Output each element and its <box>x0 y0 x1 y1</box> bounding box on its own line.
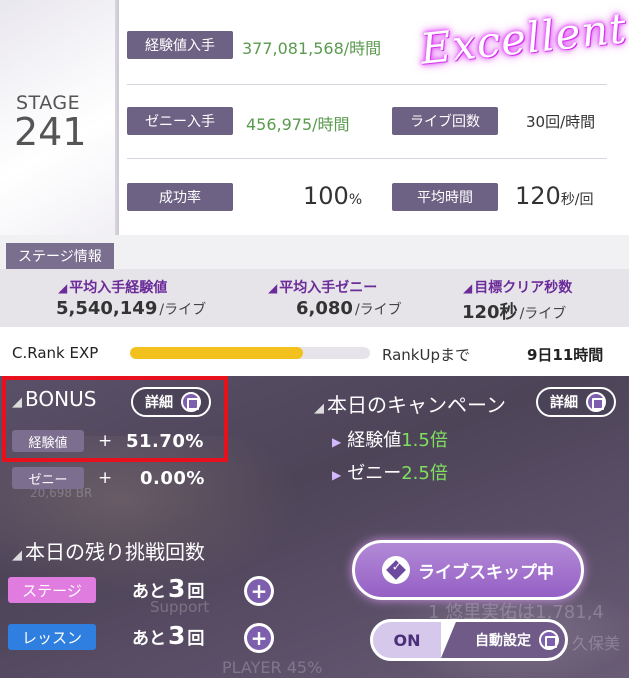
divider <box>117 0 119 235</box>
auto-setting-label: 自動設定 <box>475 633 531 649</box>
campaign-item-name: 経験値 <box>347 430 402 451</box>
divider <box>127 158 607 159</box>
avg-zeny-label: 平均入手ゼニー <box>268 277 377 297</box>
campaign-item-mult: 1.5倍 <box>401 430 448 451</box>
copy-icon <box>586 392 606 412</box>
copy-icon <box>539 630 559 650</box>
avg-exp-value: 5,540,149/ライブ <box>56 298 206 319</box>
rankup-label: RankUpまで <box>382 346 470 364</box>
add-stage-button[interactable]: + <box>244 576 274 606</box>
target-clear-number: 120秒 <box>462 302 518 323</box>
remaining-prefix: あと <box>132 582 166 602</box>
campaign-item-name: ゼニー <box>347 463 402 484</box>
toggle-on-label: ON <box>373 622 441 658</box>
success-rate-label: 成功率 <box>127 183 233 211</box>
exp-gain-label: 経験値入手 <box>127 31 233 59</box>
success-rate-value: 100% <box>303 182 362 210</box>
stage-number: 241 <box>14 110 87 154</box>
success-rate-number: 100 <box>303 182 349 210</box>
exp-gain-value: 377,081,568/時間 <box>242 39 382 58</box>
rankup-time: 9日11時間 <box>527 346 604 364</box>
divider <box>127 84 607 85</box>
live-skip-button[interactable]: ライブスキップ中 <box>352 540 584 600</box>
campaign-detail-button[interactable]: 詳細 <box>536 387 616 417</box>
bonus-zeny-tag: ゼニー <box>12 467 84 489</box>
live-skip-label: ライブスキップ中 <box>418 562 554 583</box>
remaining-title: ◢ 本日の残り挑戦回数 <box>12 540 205 564</box>
stage-tag: ステージ <box>8 577 96 603</box>
remaining-suffix: 回 <box>187 629 205 649</box>
rank-progress-fill <box>130 347 303 359</box>
target-clear-value: 120秒/ライブ <box>462 298 566 324</box>
highlight-box <box>2 376 228 462</box>
auto-setting-part: 自動設定 <box>441 622 565 658</box>
lesson-remaining: あと3 回 <box>132 621 204 650</box>
avg-exp-label: 平均入手経験値 <box>58 277 167 297</box>
bonus-zeny-percent: 0.00% <box>140 468 205 489</box>
remaining-count: 3 <box>168 574 186 603</box>
auto-setting-toggle[interactable]: ON 自動設定 <box>370 619 568 661</box>
avg-zeny-unit: /ライブ <box>354 302 402 318</box>
avg-time-label: 平均時間 <box>392 183 498 211</box>
target-clear-unit: /ライブ <box>519 306 567 322</box>
stage-summary: STAGE 241 経験値入手 377,081,568/時間 Excellent… <box>0 0 629 235</box>
stage-info-panel: ステージ情報 平均入手経験値 5,540,149/ライブ 平均入手ゼニー 6,0… <box>0 235 629 327</box>
remaining-title-text: 本日の残り挑戦回数 <box>25 540 205 564</box>
campaign-item: ▶ ゼニー2.5倍 <box>332 459 448 485</box>
live-count-label: ライブ回数 <box>392 107 498 135</box>
arrow-icon: ▶ <box>332 468 342 482</box>
excellent-badge: Excellent <box>418 3 629 74</box>
add-lesson-button[interactable]: + <box>244 623 274 653</box>
remaining-suffix: 回 <box>187 582 205 602</box>
stage-badge: STAGE 241 <box>0 0 117 235</box>
plus-icon: + <box>247 626 271 650</box>
campaign-detail-label: 詳細 <box>550 395 578 411</box>
success-rate-unit: % <box>348 192 363 208</box>
avg-time-unit: 秒/回 <box>560 192 594 208</box>
campaign-item-mult: 2.5倍 <box>401 463 448 484</box>
arrow-icon: ▶ <box>332 435 342 449</box>
zeny-gain-value: 456,975/時間 <box>246 115 350 134</box>
background-text: 久保美 <box>572 634 621 653</box>
avg-zeny-number: 6,080 <box>296 298 353 319</box>
target-clear-label: 目標クリア秒数 <box>463 277 572 297</box>
campaign-item: ▶ 経験値1.5倍 <box>332 426 448 452</box>
avg-time-number: 120 <box>515 182 561 210</box>
remaining-prefix: あと <box>132 629 166 649</box>
avg-time-value: 120秒/回 <box>515 182 594 210</box>
stage-remaining: あと3 回 <box>132 574 204 603</box>
campaign-title-text: 本日のキャンペーン <box>327 393 506 417</box>
rank-bar-row: C.Rank EXP RankUpまで 9日11時間 <box>0 327 629 376</box>
campaign-title: ◢ 本日のキャンペーン <box>314 393 506 417</box>
remaining-count: 3 <box>168 621 186 650</box>
rank-label: C.Rank EXP <box>12 344 99 362</box>
avg-exp-number: 5,540,149 <box>56 298 158 319</box>
avg-exp-unit: /ライブ <box>159 302 207 318</box>
plus-icon: + <box>247 579 271 603</box>
avg-zeny-value: 6,080/ライブ <box>296 298 402 319</box>
bonus-zeny-plus: + <box>98 468 113 488</box>
zeny-gain-label: ゼニー入手 <box>127 107 233 135</box>
live-count-value: 30回/時間 <box>526 113 596 131</box>
stage-info-tab: ステージ情報 <box>6 243 114 269</box>
check-icon <box>382 556 410 584</box>
rank-progress-track <box>130 347 370 359</box>
lesson-tag: レッスン <box>8 624 96 650</box>
background-text: PLAYER 45% <box>222 658 323 677</box>
